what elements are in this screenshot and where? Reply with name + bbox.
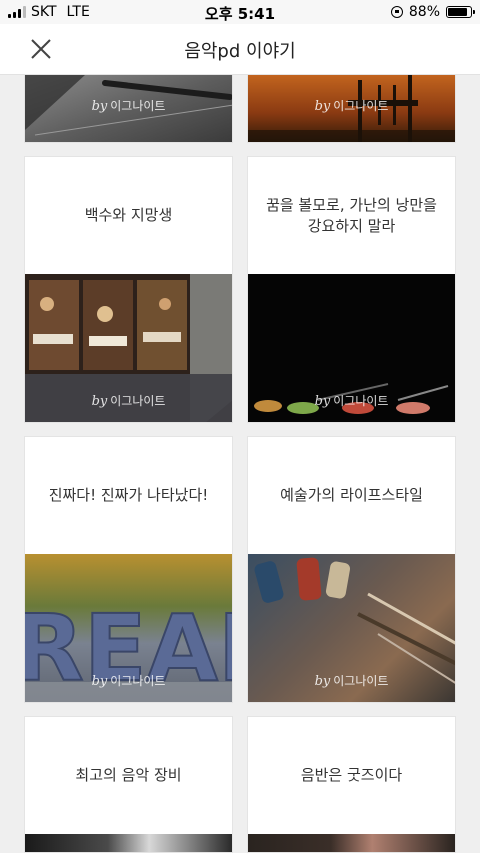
byline-author: 이그나이트 [333,99,389,113]
byline-by: by [91,394,108,409]
byline-author: 이그나이트 [110,394,166,408]
card-title: 음반은 굿즈이다 [300,766,403,784]
byline-author: 이그나이트 [110,99,166,113]
real-letters-photo: REAL by이그나이트 [25,554,232,702]
article-card[interactable]: 최고의 음악 장비 [24,716,233,853]
close-icon [31,39,51,59]
byline-by: by [314,674,331,689]
card-title: 진짜다! 진짜가 나타났다! [48,486,209,504]
card-title: 꿈을 볼모로, 가난의 낭만을 강요하지 말라 [266,195,437,235]
orientation-lock-icon [390,6,403,18]
article-card[interactable]: 진짜다! 진짜가 나타났다! REAL by이그나이트 [24,436,233,703]
card-title: 최고의 음악 장비 [75,766,182,784]
article-card[interactable]: 백수와 지망생 by 이그나이트 [24,156,233,423]
byline-by: by [91,99,108,114]
article-card[interactable]: 예술가의 라이프스타일 by 이그나이트 [247,436,456,703]
card-title: 예술가의 라이프스타일 [280,486,423,504]
battery-percent: 88% [408,4,440,20]
byline-author: 이그나이트 [110,674,166,688]
card-byline: by 이그나이트 [25,97,232,114]
dark-bowls-photo: by 이그나이트 [248,274,455,422]
notebook-pen-photo: by 이그나이트 [25,75,232,142]
card-byline: by 이그나이트 [248,672,455,689]
article-card[interactable]: by 이그나이트 [247,74,456,143]
card-byline: by 이그나이트 [248,392,455,409]
card-byline: by 이그나이트 [25,392,232,409]
card-title: 백수와 지망생 [84,206,173,224]
status-bar: SKT LTE 오후 5:41 88% [0,0,480,24]
hand-photo [248,834,455,852]
cafe-window-photo: by 이그나이트 [25,274,232,422]
close-button[interactable] [26,35,56,65]
byline-by: by [314,99,331,114]
article-card[interactable]: by 이그나이트 [24,74,233,143]
equipment-photo [25,834,232,852]
paint-tubes-photo: by 이그나이트 [248,554,455,702]
battery-fill [448,8,468,16]
article-card[interactable]: 음반은 굿즈이다 [247,716,456,853]
app-header: 음악pd 이야기 [0,24,480,75]
battery-icon [446,6,475,18]
byline-author: 이그나이트 [333,394,389,408]
article-card[interactable]: 꿈을 볼모로, 가난의 낭만을 강요하지 말라 by 이그나이트 [247,156,456,423]
status-right: 88% [390,4,475,20]
byline-by: by [314,394,331,409]
byline-by: by [91,674,108,689]
card-byline: by 이그나이트 [248,97,455,114]
chair-autumn-photo: by 이그나이트 [248,75,455,142]
byline-author: 이그나이트 [333,674,389,688]
page-title: 음악pd 이야기 [184,41,296,62]
card-byline: by 이그나이트 [25,672,232,689]
